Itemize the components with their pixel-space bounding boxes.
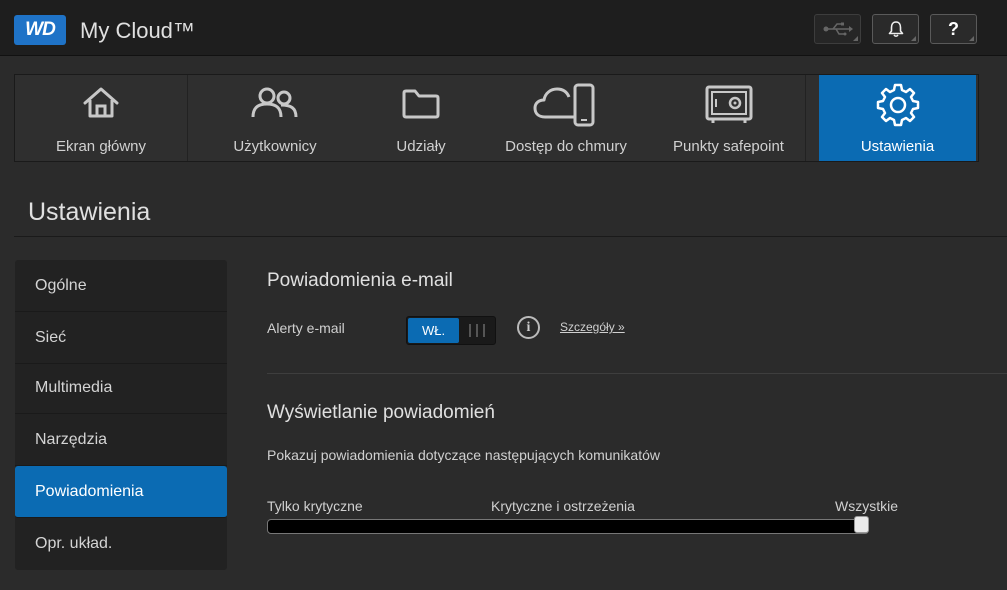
email-section-title: Powiadomienia e-mail [267,270,453,291]
nav-label: Dostęp do chmury [505,138,627,155]
notification-level-slider-handle[interactable] [854,516,869,533]
nav-item-settings[interactable]: Ustawienia [819,75,976,161]
display-section-title: Wyświetlanie powiadomień [267,402,495,423]
email-alerts-toggle[interactable]: WŁ. [406,316,496,345]
sidebar-item-utilities[interactable]: Narzędzia [15,414,227,466]
help-icon: ? [948,18,959,39]
nav-divider [805,75,806,161]
section-divider [267,373,1007,374]
details-link[interactable]: Szczegóły » [560,320,625,334]
gear-icon [876,83,919,127]
usb-icon [823,22,853,36]
nav-label: Punkty safepoint [673,138,784,155]
usb-button[interactable] [814,14,861,44]
folder-icon [402,89,440,119]
slider-label-critical-warnings: Krytyczne i ostrzeżenia [491,498,635,514]
notification-level-slider-track[interactable] [267,519,869,534]
help-button[interactable]: ? [930,14,977,44]
nav-item-users[interactable]: Użytkownicy [188,75,362,161]
notifications-button[interactable] [872,14,919,44]
display-description: Pokazuj powiadomienia dotyczące następuj… [267,447,660,463]
nav-label: Udziały [396,138,446,155]
bell-corner-indicator [911,36,916,41]
sidebar-item-media[interactable]: Multimedia [15,362,227,414]
info-icon[interactable]: i [517,316,540,339]
main-nav: Ekran główny Użytkownicy Udziały Dostęp … [14,74,979,162]
page-title: Ustawienia [28,198,151,226]
home-icon [83,87,119,118]
nav-label: Ekran główny [55,138,147,155]
nav-item-home[interactable]: Ekran główny [15,75,187,161]
usb-corner-indicator [853,36,858,41]
nav-label: Użytkownicy [233,138,317,155]
nav-item-cloud-access[interactable]: Dostęp do chmury [480,75,652,161]
toggle-on-label: WŁ. [408,318,459,343]
slider-label-all: Wszystkie [835,498,898,514]
sidebar-item-notifications[interactable]: Powiadomienia [15,466,227,518]
slider-label-critical: Tylko krytyczne [267,498,363,514]
top-bar: WD My Cloud™ ? [0,0,1007,56]
users-icon [251,87,298,118]
wd-logo: WD [14,15,66,45]
settings-sidebar: Ogólne Sieć Multimedia Narzędzia Powiado… [15,260,227,570]
help-corner-indicator [969,36,974,41]
bell-icon [888,21,903,38]
nav-label: Ustawienia [860,138,935,155]
cloud-phone-icon [533,83,595,127]
sidebar-item-firmware[interactable]: Opr. układ. [15,518,227,570]
safe-icon [705,85,752,123]
title-divider [14,236,1007,237]
toggle-grip-icon [469,324,485,337]
email-alerts-label: Alerty e-mail [267,320,345,336]
sidebar-item-network[interactable]: Sieć [15,312,227,364]
app-title: My Cloud™ [80,18,195,43]
nav-item-safepoints[interactable]: Punkty safepoint [652,75,805,161]
sidebar-item-general[interactable]: Ogólne [15,260,227,312]
nav-item-shares[interactable]: Udziały [362,75,480,161]
